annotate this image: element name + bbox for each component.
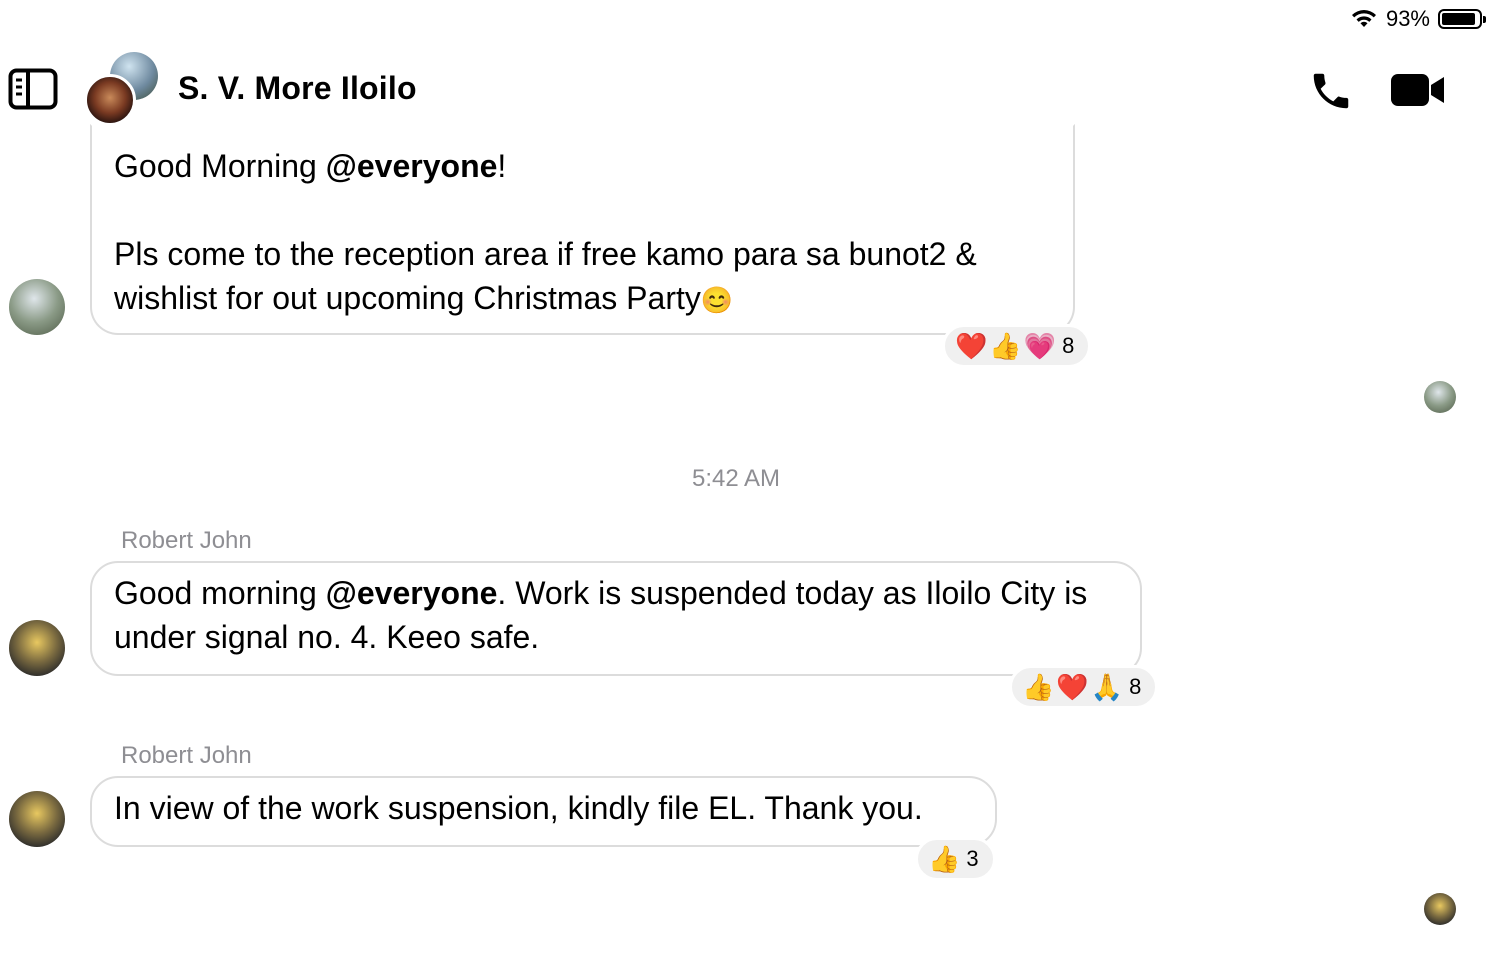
- read-receipt-avatar: [1424, 893, 1456, 925]
- reaction-count: 8: [1129, 674, 1142, 699]
- pink-heart-reaction-icon: 💗: [1023, 331, 1057, 361]
- message-text: In view of the work suspension, kindly f…: [114, 790, 923, 826]
- avatar[interactable]: [9, 620, 65, 676]
- thumbs-up-reaction-icon: 👍: [1022, 672, 1055, 702]
- group-avatar-front: [84, 74, 136, 126]
- message-text: Good morning @everyone. Work is suspende…: [114, 575, 1088, 655]
- message-text: Good Morning @everyone!: [114, 148, 507, 184]
- battery-percent: 93%: [1385, 6, 1430, 31]
- heart-reaction-icon: ❤️: [1056, 672, 1089, 702]
- message-text: Pls come to the reception area if free k…: [114, 236, 977, 316]
- sidebar-toggle-icon: [8, 68, 58, 110]
- smiling-face-emoji: 😊: [700, 285, 734, 315]
- reactions-pill[interactable]: 👍 3: [915, 837, 996, 881]
- phone-icon: [1313, 73, 1349, 109]
- message-bubble[interactable]: In view of the work suspension, kindly f…: [90, 776, 997, 847]
- sender-name: Robert John: [121, 527, 252, 554]
- thumbs-up-reaction-icon: 👍: [928, 844, 961, 874]
- reaction-count: 3: [966, 846, 979, 871]
- reactions-pill[interactable]: ❤️ 👍 💗 8: [942, 324, 1092, 368]
- battery-icon: [1438, 9, 1486, 29]
- folded-hands-reaction-icon: 🙏: [1090, 672, 1124, 702]
- sidebar-toggle-button[interactable]: [8, 68, 58, 115]
- page-title[interactable]: S. V. More Iloilo: [178, 70, 417, 107]
- group-avatar[interactable]: [84, 52, 160, 128]
- thumbs-up-reaction-icon: 👍: [989, 331, 1022, 361]
- message-bubble[interactable]: Good morning @everyone. Work is suspende…: [90, 561, 1142, 676]
- read-receipt-avatar: [1424, 381, 1456, 413]
- sender-name: Robert John: [121, 742, 252, 769]
- video-camera-icon: [1391, 74, 1444, 106]
- video-call-button[interactable]: [1390, 72, 1446, 113]
- mention[interactable]: @everyone: [326, 148, 498, 184]
- avatar[interactable]: [9, 791, 65, 847]
- mention[interactable]: @everyone: [326, 575, 498, 611]
- reaction-count: 8: [1062, 333, 1075, 358]
- status-bar: 93%: [1350, 6, 1486, 32]
- timestamp: 5:42 AM: [691, 465, 781, 492]
- reactions-pill[interactable]: 👍 ❤️ 🙏 8: [1009, 665, 1159, 709]
- call-button[interactable]: [1308, 68, 1354, 119]
- wifi-icon: [1351, 10, 1376, 27]
- message-bubble[interactable]: Good Morning @everyone! Pls come to the …: [90, 124, 1075, 335]
- heart-reaction-icon: ❤️: [955, 331, 988, 361]
- avatar[interactable]: [9, 279, 65, 335]
